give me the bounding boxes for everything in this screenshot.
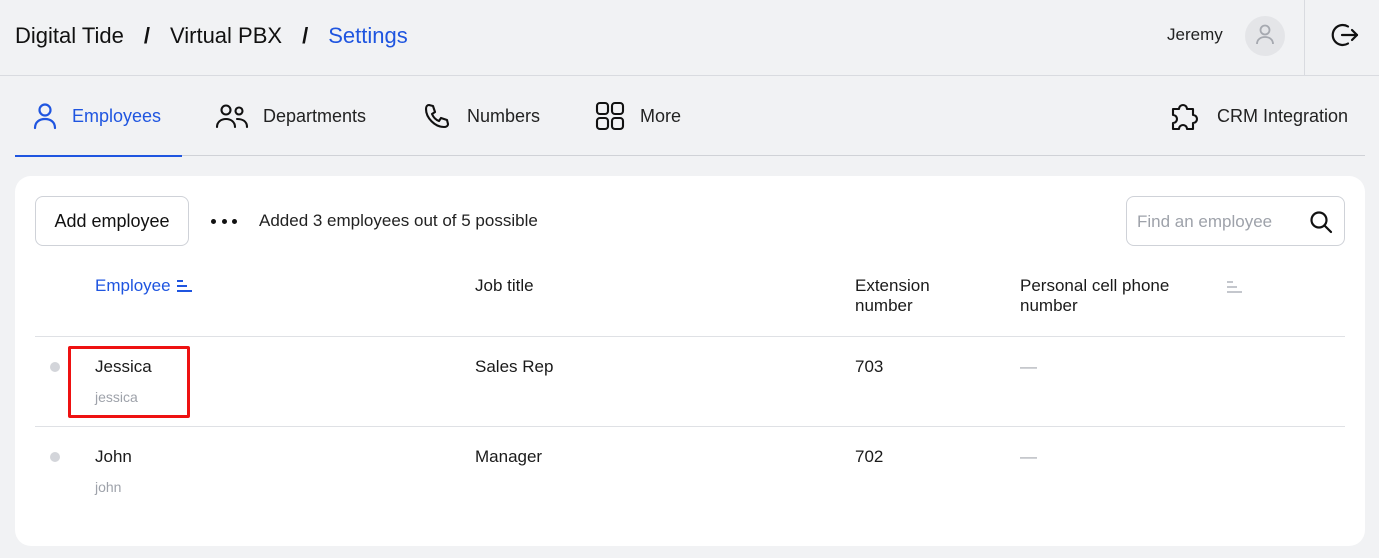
tab-label: Employees bbox=[72, 105, 162, 126]
employee-phone: — bbox=[1020, 357, 1037, 376]
column-label: number bbox=[1020, 296, 1078, 315]
column-label: Employee bbox=[95, 276, 171, 295]
user-icon bbox=[1255, 23, 1275, 50]
breadcrumb-separator: / bbox=[302, 23, 309, 48]
tab-bar: Employees Departments Numbers More CRM I… bbox=[15, 76, 1365, 157]
tab-label: More bbox=[640, 105, 682, 126]
breadcrumb-item-product[interactable]: Virtual PBX bbox=[170, 23, 282, 49]
employee-name: John bbox=[95, 447, 132, 466]
column-header-job-title[interactable]: Job title bbox=[475, 276, 534, 296]
add-employee-button[interactable]: Add employee bbox=[35, 196, 189, 246]
column-label: Extension bbox=[855, 276, 930, 295]
column-label: number bbox=[855, 296, 913, 315]
employee-extension: 703 bbox=[855, 357, 884, 376]
logout-icon bbox=[1331, 21, 1359, 54]
top-header: Digital Tide / Virtual PBX / Settings Je… bbox=[0, 0, 1379, 76]
user-name[interactable]: Jeremy bbox=[1167, 25, 1223, 45]
tab-employees[interactable]: Employees bbox=[15, 76, 182, 157]
dot bbox=[211, 218, 216, 224]
column-header-phone[interactable]: Personal cell phone number bbox=[1020, 276, 1169, 316]
status-indicator bbox=[50, 452, 60, 462]
column-settings-icon[interactable] bbox=[1227, 280, 1243, 299]
grid-icon bbox=[594, 100, 626, 132]
breadcrumb-item-company[interactable]: Digital Tide bbox=[15, 23, 124, 49]
people-icon bbox=[215, 102, 249, 130]
breadcrumb-separator: / bbox=[143, 23, 150, 48]
table-row[interactable]: John john Manager 702 — bbox=[35, 427, 1345, 517]
highlight-box bbox=[68, 346, 190, 418]
column-label: Personal cell phone bbox=[1020, 276, 1170, 295]
tab-departments[interactable]: Departments bbox=[215, 76, 366, 156]
employee-extension: 702 bbox=[855, 447, 884, 466]
tab-label: Numbers bbox=[467, 105, 541, 126]
tab-label: Departments bbox=[263, 105, 367, 126]
breadcrumb-item-current: Settings bbox=[328, 23, 408, 48]
column-header-employee[interactable]: Employee bbox=[95, 276, 193, 296]
employee-job-title: Manager bbox=[475, 447, 543, 466]
puzzle-icon bbox=[1169, 99, 1203, 133]
table-row[interactable]: Jessica jessica Sales Rep 703 — bbox=[35, 337, 1345, 427]
status-indicator bbox=[50, 362, 60, 372]
dot bbox=[221, 218, 227, 224]
search-input[interactable] bbox=[1137, 209, 1297, 235]
column-header-extension[interactable]: Extension number bbox=[855, 276, 930, 316]
phone-icon bbox=[423, 102, 451, 130]
tab-more[interactable]: More bbox=[594, 76, 681, 156]
header-divider bbox=[1304, 0, 1305, 76]
avatar[interactable] bbox=[1245, 16, 1285, 56]
employee-count-info: Added 3 employees out of 5 possible bbox=[259, 211, 538, 230]
tab-crm-integration[interactable]: CRM Integration bbox=[1169, 76, 1348, 156]
search-box[interactable] bbox=[1126, 196, 1345, 246]
logout-button[interactable] bbox=[1328, 20, 1362, 54]
employee-phone: — bbox=[1020, 447, 1037, 466]
dot bbox=[232, 218, 237, 224]
tab-numbers[interactable]: Numbers bbox=[423, 76, 540, 156]
employee-job-title: Sales Rep bbox=[475, 357, 554, 376]
breadcrumb: Digital Tide / Virtual PBX / Settings bbox=[15, 20, 408, 52]
more-options-button[interactable] bbox=[211, 209, 237, 233]
employee-login: john bbox=[95, 479, 122, 495]
tab-label: CRM Integration bbox=[1217, 105, 1349, 126]
sort-icon bbox=[176, 279, 193, 293]
search-icon[interactable] bbox=[1309, 210, 1333, 239]
employees-card: Add employee Added 3 employees out of 5 … bbox=[15, 176, 1365, 546]
person-icon bbox=[32, 102, 58, 130]
